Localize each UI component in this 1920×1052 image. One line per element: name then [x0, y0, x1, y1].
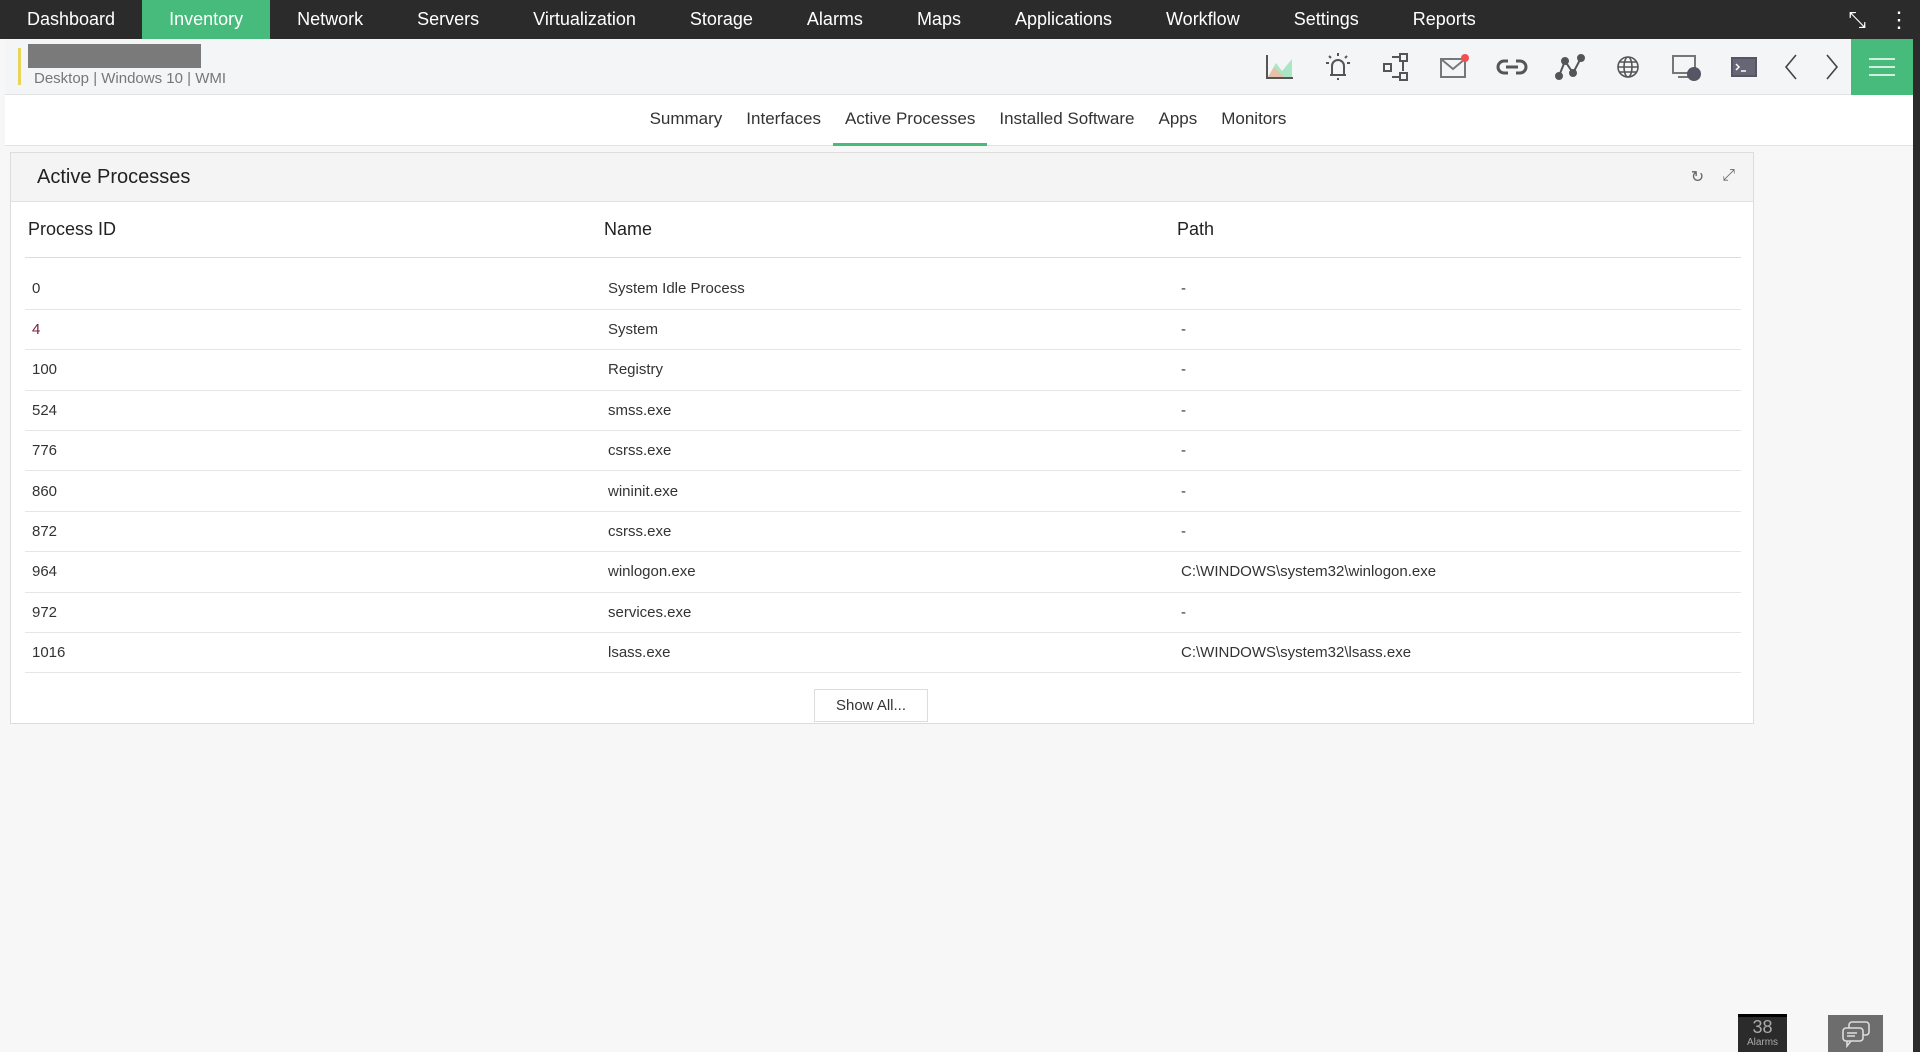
column-header-name[interactable]: Name [601, 203, 1174, 258]
process-name-cell: smss.exe [601, 390, 1174, 432]
collapse-icon[interactable]: ⤡ [1848, 7, 1866, 33]
process-id-cell: 524 [25, 390, 601, 432]
nav-storage[interactable]: Storage [663, 0, 780, 39]
globe-icon[interactable] [1599, 39, 1657, 95]
panel-title: Active Processes [37, 166, 191, 188]
process-id-cell: 964 [25, 551, 601, 593]
tab-interfaces[interactable]: Interfaces [734, 95, 833, 146]
nav-network[interactable]: Network [270, 0, 390, 39]
nav-settings[interactable]: Settings [1267, 0, 1386, 39]
process-path-cell: - [1174, 470, 1741, 512]
tab-apps[interactable]: Apps [1146, 95, 1209, 146]
process-id-cell: 776 [25, 430, 601, 472]
table-row: 972 services.exe - [25, 592, 1741, 634]
process-name-cell: csrss.exe [601, 430, 1174, 472]
table-row: 4 System - [25, 309, 1741, 351]
alarms-badge[interactable]: 38 Alarms [1738, 1014, 1787, 1052]
column-header-process-id[interactable]: Process ID [25, 203, 601, 258]
device-name-redacted [28, 44, 201, 68]
tab-monitors[interactable]: Monitors [1209, 95, 1298, 146]
table-row: 872 csrss.exe - [25, 511, 1741, 553]
process-table: Process ID Name Path 0 System Idle Proces… [25, 203, 1741, 674]
nav-reports[interactable]: Reports [1386, 0, 1503, 39]
process-id-cell: 4 [25, 309, 601, 351]
expand-icon[interactable]: ⤢ [1722, 167, 1735, 187]
process-path-cell: C:\WINDOWS\system32\winlogon.exe [1174, 551, 1741, 593]
alarm-bell-icon[interactable] [1309, 39, 1367, 95]
nav-applications[interactable]: Applications [988, 0, 1139, 39]
process-path-cell: - [1174, 430, 1741, 472]
process-name-cell: csrss.exe [601, 511, 1174, 553]
tab-active-processes[interactable]: Active Processes [832, 95, 988, 146]
more-vertical-icon[interactable]: ⋮ [1888, 7, 1910, 33]
process-name-cell: services.exe [601, 592, 1174, 634]
tab-summary[interactable]: Summary [638, 95, 735, 146]
show-all-button[interactable]: Show All... [814, 689, 928, 722]
table-row: 860 wininit.exe - [25, 470, 1741, 512]
workflow-icon[interactable] [1367, 39, 1425, 95]
performance-chart-icon[interactable] [1251, 39, 1309, 95]
window-edge [1913, 39, 1920, 1052]
nav-workflow[interactable]: Workflow [1139, 0, 1267, 39]
process-id-cell: 972 [25, 592, 601, 634]
mail-icon[interactable] [1425, 39, 1483, 95]
process-name-cell: wininit.exe [601, 470, 1174, 512]
previous-icon[interactable] [1773, 39, 1811, 95]
process-path-cell: - [1174, 592, 1741, 634]
column-header-path[interactable]: Path [1174, 203, 1741, 258]
process-id-cell: 860 [25, 470, 601, 512]
tab-installed-software[interactable]: Installed Software [987, 95, 1146, 146]
process-id-cell: 0 [25, 269, 601, 310]
table-row: 100 Registry - [25, 349, 1741, 391]
next-icon[interactable] [1811, 39, 1851, 95]
process-path-cell: - [1174, 390, 1741, 432]
process-path-cell: - [1174, 349, 1741, 391]
alarm-count: 38 [1752, 1017, 1773, 1037]
chat-icon[interactable] [1828, 1015, 1883, 1052]
process-id-cell: 1016 [25, 632, 601, 674]
process-path-cell: - [1174, 309, 1741, 351]
topology-icon[interactable] [1541, 39, 1599, 95]
process-name-cell: winlogon.exe [601, 551, 1174, 593]
nav-virtualization[interactable]: Virtualization [506, 0, 663, 39]
status-indicator [18, 48, 21, 85]
device-header: Desktop | Windows 10 | WMI [5, 39, 1913, 95]
terminal-icon[interactable] [1715, 39, 1773, 95]
device-meta: Desktop | Windows 10 | WMI [34, 70, 227, 87]
refresh-icon[interactable]: ↻ [1691, 167, 1704, 187]
process-id-cell: 872 [25, 511, 601, 553]
device-tabs: Summary Interfaces Active Processes Install… [5, 95, 1913, 146]
process-name-cell: System Idle Process [601, 269, 1174, 310]
nav-inventory[interactable]: Inventory [142, 0, 271, 39]
link-icon[interactable] [1483, 39, 1541, 95]
hamburger-menu-icon[interactable] [1851, 39, 1913, 95]
nav-maps[interactable]: Maps [890, 0, 988, 39]
table-row: 1016 lsass.exe C:\WINDOWS\system32\lsass.e… [25, 632, 1741, 674]
table-row: 524 smss.exe - [25, 390, 1741, 432]
active-processes-panel: Active Processes ↻ ⤢ Process ID Name Pat… [10, 152, 1754, 724]
nav-alarms[interactable]: Alarms [780, 0, 890, 39]
top-nav: Dashboard Inventory Network Servers Virtuali… [0, 0, 1920, 39]
table-row: 964 winlogon.exe C:\WINDOWS\system32\winlo… [25, 551, 1741, 593]
process-path-cell: - [1174, 269, 1741, 310]
process-name-cell: lsass.exe [601, 632, 1174, 674]
process-path-cell: C:\WINDOWS\system32\lsass.exe [1174, 632, 1741, 674]
process-name-cell: System [601, 309, 1174, 351]
nav-servers[interactable]: Servers [390, 0, 506, 39]
remote-desktop-icon[interactable] [1657, 39, 1715, 95]
alarm-label: Alarms [1746, 1037, 1779, 1048]
process-path-cell: - [1174, 511, 1741, 553]
process-name-cell: Registry [601, 349, 1174, 391]
table-row: 0 System Idle Process - [25, 269, 1741, 310]
nav-dashboard[interactable]: Dashboard [0, 0, 142, 39]
process-id-cell: 100 [25, 349, 601, 391]
table-row: 776 csrss.exe - [25, 430, 1741, 472]
